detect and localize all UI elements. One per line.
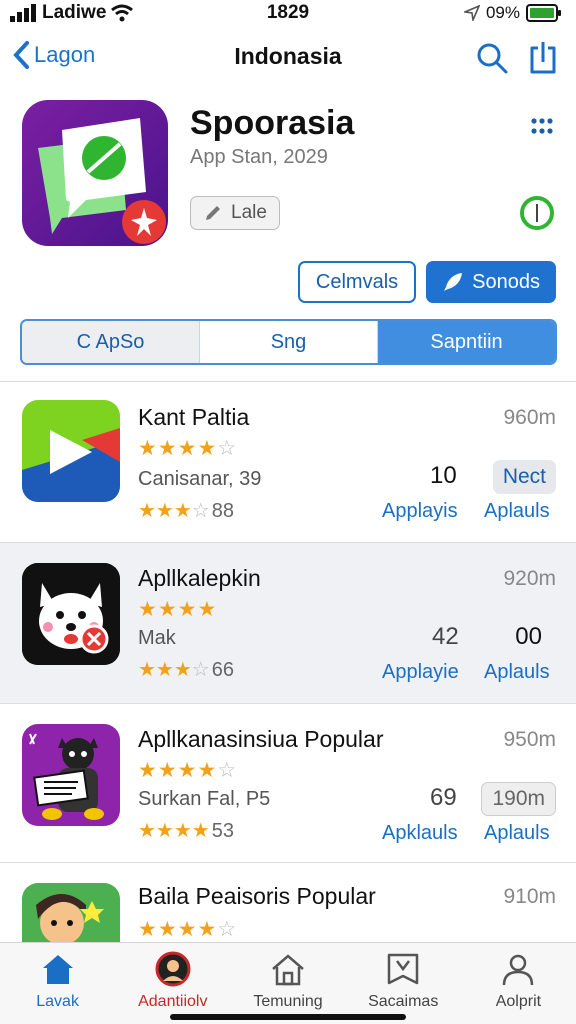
dog-face-icon [22,563,120,665]
rating-count: 66 [211,659,234,681]
more-dots-icon[interactable] [530,116,554,136]
navigation-bar: Lagon Indonasia [0,36,576,80]
tab-lavak[interactable]: Lavak [0,943,115,1024]
location-icon [463,5,480,21]
rocket-icon [444,273,463,291]
pencil-icon [206,206,220,220]
rating-count: 88 [211,500,234,522]
rating-count: 53 [211,820,234,842]
app-title: Apllkalepkin [138,565,261,591]
status-right: 09% [463,3,562,23]
rating-stars: ★★★★☆ [138,918,238,941]
list-item[interactable]: Kant Paltia 960m ★★★★☆ Canisanar, 39 ★★★… [0,384,576,542]
aplauls-link[interactable]: Aplauls [484,822,550,845]
install-count: 10 [430,462,457,489]
rating-stars-secondary: ★★★★ 53 [138,820,234,842]
tab-label: Aolprit [495,993,542,1010]
tab-temuning[interactable]: Temuning [230,943,345,1024]
tab-label: Adantiiolv [138,993,208,1010]
install-count: 42 [432,623,459,650]
profile-badge-icon [155,951,191,987]
battery-percent: 09% [485,3,520,22]
send-button[interactable]: Sonods [426,261,556,303]
app-meta: Mak [138,627,176,649]
play-icon [22,400,120,502]
cancel-button[interactable]: Celmvals [297,261,417,303]
tab-bar: Lavak Adantiiolv Temuning Sacaimas Aolpr… [0,942,576,1024]
segment-sapntiin[interactable]: Sapntiin [378,321,555,363]
segmented-control: C ApSo Sng Sapntiin [20,319,557,365]
app-title: Baila Peaisoris Popular [138,883,376,909]
inbox-icon [387,953,419,985]
app-size: 950m [503,728,556,751]
apply-link[interactable]: Apklauls [382,822,458,845]
tab-sacaimas[interactable]: Sacaimas [346,943,461,1024]
app-size: 960m [503,406,556,429]
status-bar: Ladiwe 1829 09% [0,0,576,30]
list-item[interactable]: Apllkanasinsiua Popular 950m ★★★★☆ Surka… [0,704,576,862]
home-icon [42,955,73,984]
action-buttons: Celmvals Sonods [297,261,556,303]
app-name: Spoorasia [190,104,355,142]
battery-icon [526,4,561,22]
aplauls-link[interactable]: Aplauls [484,661,550,684]
home-indicator [170,1014,406,1020]
rating-stars: ★★★★☆ [138,437,238,460]
tab-label: Temuning [253,993,323,1010]
chat-leaf-icon [38,118,166,244]
app-title: Kant Paltia [138,404,250,430]
send-label: Sonods [472,270,540,293]
person-icon [503,954,534,986]
tab-adantiiolv[interactable]: Adantiiolv [115,943,230,1024]
cartoon-character-icon [22,724,120,826]
app-thumb-cartoon [22,724,120,826]
rate-label: Lale [231,202,267,223]
app-thumb-person [22,883,120,943]
search-icon[interactable] [476,42,508,74]
aplauls-link[interactable]: Aplauls [484,500,550,523]
status-toggle[interactable] [520,196,554,230]
house-outline-icon [272,954,304,986]
install-count: 69 [430,784,457,811]
person-cartoon-icon [22,883,120,943]
divider [0,381,576,382]
app-meta: Surkan Fal, P5 [138,788,271,810]
get-button[interactable]: Nect [492,460,556,494]
apply-link[interactable]: Applayis [382,500,458,523]
rating-stars-secondary: ★★★☆ 66 [138,659,234,681]
score-value: 00 [515,623,542,650]
app-icon [22,100,168,246]
tab-label: Lavak [36,993,79,1010]
segment-apps[interactable]: C ApSo [22,321,199,363]
app-title: Apllkanasinsiua Popular [138,726,384,752]
app-thumb-dog [22,563,120,665]
size-chip[interactable]: 190m [481,782,556,816]
rating-stars-secondary: ★★★☆ 88 [138,500,234,522]
app-subtitle: App Stan, 2029 [190,146,328,168]
app-size: 910m [503,885,556,908]
segment-sng[interactable]: Sng [199,321,378,363]
app-header: Spoorasia App Stan, 2029 Lale [0,96,576,256]
rating-stars: ★★★★ [138,598,218,621]
share-icon[interactable] [528,40,558,74]
list-item[interactable]: Baila Peaisoris Popular 910m ★★★★☆ [0,863,576,943]
list-item[interactable]: Apllkalepkin 920m ★★★★ Mak ★★★☆ 66 42 00 … [0,543,576,703]
tab-aolprit[interactable]: Aolprit [461,943,576,1024]
app-size: 920m [503,567,556,590]
tab-label: Sacaimas [368,993,439,1010]
app-thumb-play [22,400,120,502]
rate-button[interactable]: Lale [190,196,280,230]
rating-stars: ★★★★☆ [138,759,238,782]
app-meta: Canisanar, 39 [138,468,262,490]
apply-link[interactable]: Applayie [382,661,459,684]
